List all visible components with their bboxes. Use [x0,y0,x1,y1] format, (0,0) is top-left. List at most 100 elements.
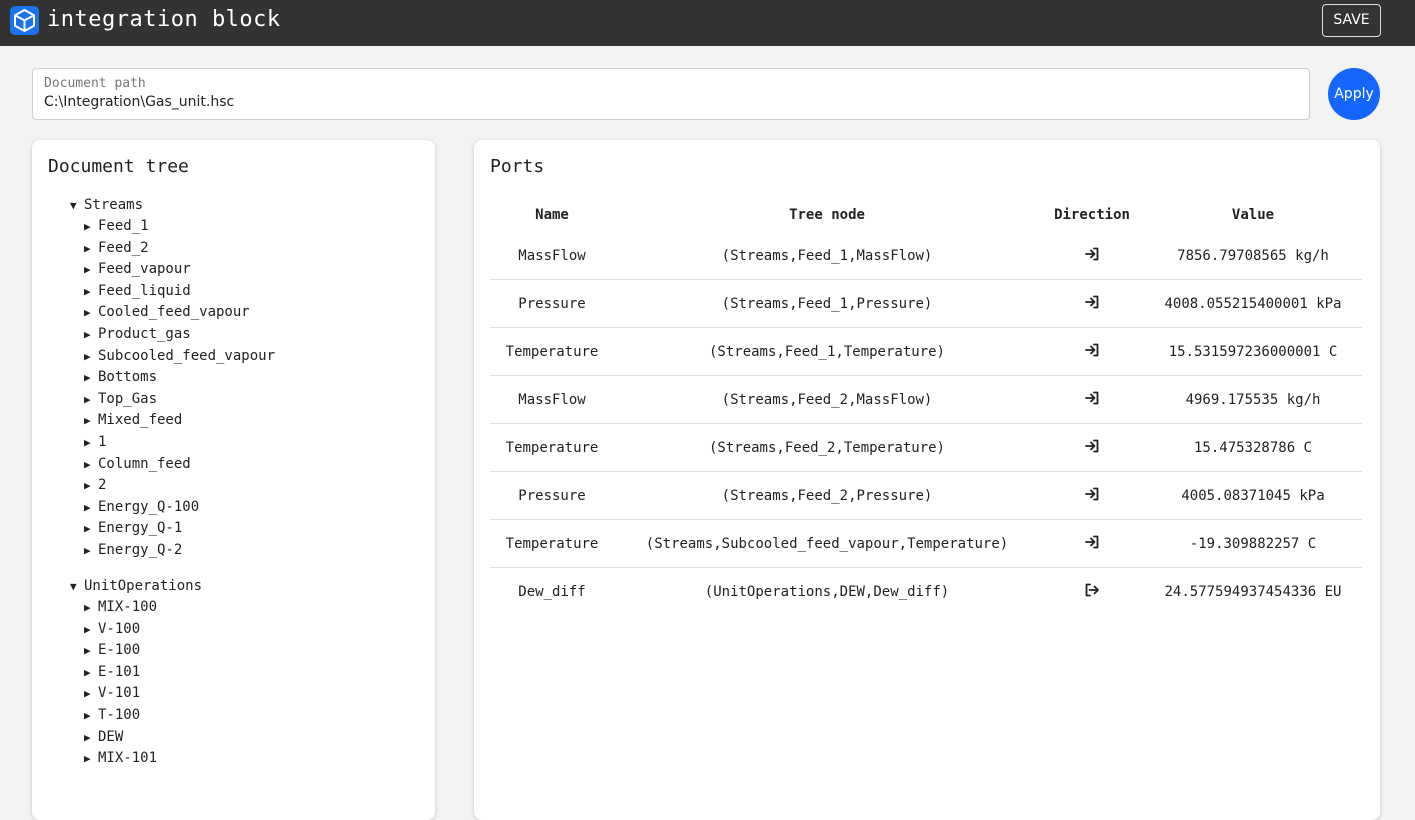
collapsed-caret-icon[interactable]: ▶ [84,748,98,770]
port-name: Dew_diff [518,583,586,600]
save-button[interactable]: SAVE [1322,4,1381,37]
tree-item[interactable]: ▶ T-100 [84,705,202,727]
collapsed-caret-icon[interactable]: ▶ [84,346,98,368]
ports-row[interactable]: Temperature (Streams,Feed_2,Temperature) 1… [490,423,1362,472]
tree-item[interactable]: ▶ Product_gas [84,324,275,346]
tree-item[interactable]: ▶ Feed_2 [84,238,275,260]
collapsed-caret-icon[interactable]: ▶ [84,238,98,260]
ports-row[interactable]: Temperature (Streams,Feed_1,Temperature) 1… [490,327,1362,376]
collapsed-caret-icon[interactable]: ▶ [84,705,98,727]
ports-title: Ports [490,156,545,177]
tree-item-label: Feed_liquid [98,282,191,299]
column-header-tree-node: Tree node [789,207,865,223]
cube-logo-icon [10,6,39,35]
port-tree-node: (Streams,Subcooled_feed_vapour,Temperatu… [614,519,1040,568]
ports-row[interactable]: Pressure (Streams,Feed_2,Pressure) 4005.08… [490,471,1362,520]
apply-button[interactable]: Apply [1328,68,1380,120]
tree-item[interactable]: ▶ 1 [84,432,275,454]
login-arrow-icon [1084,342,1100,362]
collapsed-caret-icon[interactable]: ▶ [84,640,98,662]
ports-row[interactable]: Pressure (Streams,Feed_1,Pressure) 4008.05… [490,279,1362,328]
collapsed-caret-icon[interactable]: ▶ [84,389,98,411]
tree-item[interactable]: ▶ Bottoms [84,367,275,389]
tree-item[interactable]: ▶ Mixed_feed [84,410,275,432]
collapsed-caret-icon[interactable]: ▶ [84,432,98,454]
port-name: Temperature [490,423,614,472]
tree-item-label: Feed_1 [98,218,149,234]
tree-item[interactable]: ▶ Energy_Q-2 [84,540,275,562]
tree-item-label: Subcooled_feed_vapour [98,347,276,364]
port-tree-node: (Streams,Feed_1,Pressure) [614,279,1040,328]
tree-item[interactable]: ▶ Feed_liquid [84,281,275,303]
ports-row[interactable]: MassFlow (Streams,Feed_1,MassFlow) 7856.79… [490,232,1362,280]
tree-item[interactable]: ▶ V-101 [84,683,202,705]
ports-row[interactable]: Temperature (Streams,Subcooled_feed_vapou… [490,519,1362,568]
collapsed-caret-icon[interactable]: ▶ [84,216,98,238]
collapsed-caret-icon[interactable]: ▶ [84,619,98,641]
expanded-caret-icon[interactable]: ▼ [70,576,84,597]
port-direction [1040,232,1144,280]
collapsed-caret-icon[interactable]: ▶ [84,662,98,684]
ports-panel: Ports Name Tree node Direction Value Mas… [474,140,1380,820]
tree-item[interactable]: ▶ Top_Gas [84,389,275,411]
collapsed-caret-icon[interactable]: ▶ [84,540,98,562]
ports-row[interactable]: MassFlow (Streams,Feed_2,MassFlow) 4969.17… [490,375,1362,424]
port-value: 4969.175535 kg/h [1144,375,1362,424]
collapsed-caret-icon[interactable]: ▶ [84,727,98,749]
collapsed-caret-icon[interactable]: ▶ [84,475,98,497]
ports-row[interactable]: Dew_diff (UnitOperations,DEW,Dew_diff) 24.… [490,568,1362,616]
tree-item[interactable]: ▶ V-100 [84,619,202,641]
collapsed-caret-icon[interactable]: ▶ [84,597,98,619]
tree-item-label: Feed_vapour [98,261,191,278]
tree-item[interactable]: ▶ DEW [84,727,202,749]
tree-item-label: V-101 [98,685,141,702]
document-path-field[interactable]: Document path C:\Integration\Gas_unit.hs… [32,68,1310,120]
ports-table: Name Tree node Direction Value MassFlow(… [490,198,1362,615]
tree-group-header[interactable]: ▼ Streams [70,195,275,216]
collapsed-caret-icon[interactable]: ▶ [84,281,98,303]
collapsed-caret-icon[interactable]: ▶ [84,302,98,324]
port-name: MassFlow [490,375,614,424]
collapsed-caret-icon[interactable]: ▶ [84,497,98,519]
tree-item[interactable]: ▶ 2 [84,475,275,497]
login-arrow-icon [1084,294,1100,314]
app-header: integration block SAVE [0,0,1415,46]
port-value: 15.475328786 C [1144,423,1362,472]
tree-item[interactable]: ▶ MIX-101 [84,748,202,770]
tree-item-label: Column_feed [98,455,191,472]
collapsed-caret-icon[interactable]: ▶ [84,367,98,389]
collapsed-caret-icon[interactable]: ▶ [84,683,98,705]
tree-item-label: E-100 [98,642,141,659]
tree-item-label: MIX-100 [98,599,158,615]
port-value: 4008.055215400001 kPa [1144,279,1362,328]
column-header-direction: Direction [1054,207,1130,223]
tree-item[interactable]: ▶ Energy_Q-1 [84,518,275,540]
tree-group-header[interactable]: ▼ UnitOperations [70,576,202,597]
expanded-caret-icon[interactable]: ▼ [70,195,84,216]
collapsed-caret-icon[interactable]: ▶ [84,259,98,281]
login-arrow-icon [1084,390,1100,410]
collapsed-caret-icon[interactable]: ▶ [84,324,98,346]
tree-item[interactable]: ▶ Column_feed [84,454,275,476]
tree-item[interactable]: ▶ Energy_Q-100 [84,497,275,519]
tree-item[interactable]: ▶ Cooled_feed_vapour [84,302,275,324]
port-direction [1040,519,1144,568]
port-value: 7856.79708565 kg/h [1144,232,1362,280]
document-path-input[interactable]: C:\Integration\Gas_unit.hsc [44,94,234,110]
port-tree-node: (Streams,Feed_2,Temperature) [614,423,1040,472]
tree-item-label: Energy_Q-1 [98,520,183,537]
tree-item[interactable]: ▶ Subcooled_feed_vapour [84,346,275,368]
tree-item[interactable]: ▶ Feed_vapour [84,259,275,281]
collapsed-caret-icon[interactable]: ▶ [84,518,98,540]
port-name: MassFlow [490,232,614,280]
document-tree-panel: Document tree ▼ Streams ▶ Feed_1 ▶ Feed_2 ▶ Fee… [32,140,435,820]
tree-item[interactable]: ▶ E-101 [84,662,202,684]
tree-item[interactable]: ▶ Feed_1 [84,216,275,238]
port-direction [1040,327,1144,376]
tree-item[interactable]: ▶ E-100 [84,640,202,662]
collapsed-caret-icon[interactable]: ▶ [84,410,98,432]
logout-arrow-icon [1084,582,1100,602]
tree-item[interactable]: ▶ MIX-100 [84,597,202,619]
collapsed-caret-icon[interactable]: ▶ [84,454,98,476]
tree-group-label: Streams [84,197,144,213]
